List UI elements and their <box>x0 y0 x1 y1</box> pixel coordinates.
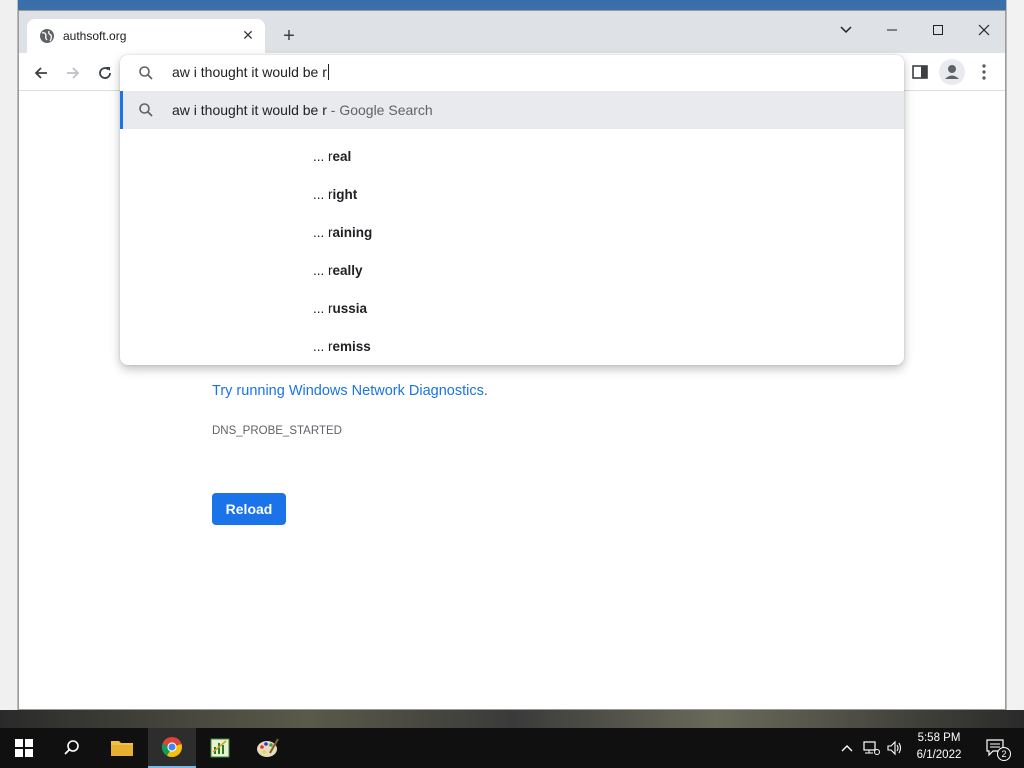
forward-button[interactable] <box>61 60 85 84</box>
minimize-button[interactable] <box>869 15 915 45</box>
text-cursor <box>327 64 329 80</box>
browser-window: authsoft.org ✕ + aw i thought it would b… <box>18 10 1006 710</box>
title-bar: authsoft.org ✕ + <box>19 11 1005 53</box>
volume-button[interactable] <box>884 728 906 768</box>
background-window-right <box>1006 0 1024 710</box>
network-icon <box>863 741 880 755</box>
desktop-wallpaper-strip <box>0 710 1024 728</box>
reload-page-button[interactable]: Reload <box>212 493 286 525</box>
address-bar[interactable]: aw i thought it would be r <box>120 55 904 91</box>
notification-center-button[interactable]: 2 <box>976 728 1016 768</box>
palette-icon <box>257 738 279 757</box>
taskbar: 5:58 PM 6/1/2022 2 <box>0 728 1024 768</box>
profile-button[interactable] <box>939 59 965 85</box>
globe-icon <box>40 29 54 43</box>
show-hidden-icons-button[interactable] <box>836 728 858 768</box>
taskbar-search-button[interactable] <box>48 728 96 768</box>
spreadsheet-icon <box>210 738 230 758</box>
suggestion-item[interactable]: ... remiss <box>313 328 873 366</box>
search-icon <box>139 103 153 117</box>
error-code: DNS_PROBE_STARTED <box>212 425 342 437</box>
side-panel-button[interactable] <box>909 61 931 83</box>
suggestion-google-search[interactable]: aw i thought it would be r - Google Sear… <box>120 91 904 129</box>
close-icon <box>978 24 990 36</box>
tab-search-button[interactable] <box>823 15 869 45</box>
reload-icon <box>99 67 111 80</box>
start-button[interactable] <box>0 728 48 768</box>
maximize-button[interactable] <box>915 15 961 45</box>
back-button[interactable] <box>29 60 53 84</box>
minimize-icon <box>887 29 897 31</box>
paint-app-button[interactable] <box>244 728 292 768</box>
suggestion-item[interactable]: ... right <box>313 176 873 214</box>
chevron-down-icon <box>840 26 852 33</box>
more-vert-icon <box>982 64 986 80</box>
search-icon <box>139 66 153 80</box>
omnibox-dropdown: aw i thought it would be r aw i thought … <box>120 55 904 365</box>
close-tab-icon[interactable]: ✕ <box>239 26 257 44</box>
search-icon <box>64 740 79 755</box>
avatar-icon <box>945 65 959 79</box>
suggestion-text: aw i thought it would be r - Google Sear… <box>172 102 433 118</box>
clock-time[interactable]: 5:58 PM <box>904 732 974 744</box>
suggestion-item[interactable]: ... raining <box>313 214 873 252</box>
windows-icon <box>15 739 33 757</box>
file-explorer-button[interactable] <box>98 728 146 768</box>
chrome-taskbar-button[interactable] <box>148 728 196 768</box>
suggestion-item[interactable]: ... russia <box>313 290 873 328</box>
background-window-left <box>0 0 18 710</box>
maximize-icon <box>933 24 943 35</box>
arrow-left-icon <box>34 67 47 79</box>
reload-button[interactable] <box>93 60 117 84</box>
close-window-button[interactable] <box>961 15 1007 45</box>
network-diagnostics-link[interactable]: Try running Windows Network Diagnostics. <box>212 383 488 399</box>
chevron-up-icon <box>841 745 853 752</box>
folder-icon <box>111 741 133 756</box>
new-tab-button[interactable]: + <box>277 25 301 49</box>
address-input[interactable]: aw i thought it would be r <box>172 64 329 80</box>
tab-authsoft[interactable]: authsoft.org ✕ <box>27 19 265 53</box>
clock-date[interactable]: 6/1/2022 <box>904 749 974 761</box>
notification-count-badge: 2 <box>997 747 1011 761</box>
suggestion-item[interactable]: ... really <box>313 252 873 290</box>
suggestion-item[interactable]: ... real <box>313 138 873 176</box>
side-panel-icon <box>912 65 928 79</box>
arrow-right-icon <box>67 67 80 79</box>
speaker-icon <box>887 740 902 756</box>
spreadsheet-app-button[interactable] <box>196 728 244 768</box>
tab-title: authsoft.org <box>63 29 127 43</box>
menu-button[interactable] <box>973 61 995 83</box>
chrome-icon <box>161 737 182 758</box>
network-button[interactable] <box>860 728 882 768</box>
